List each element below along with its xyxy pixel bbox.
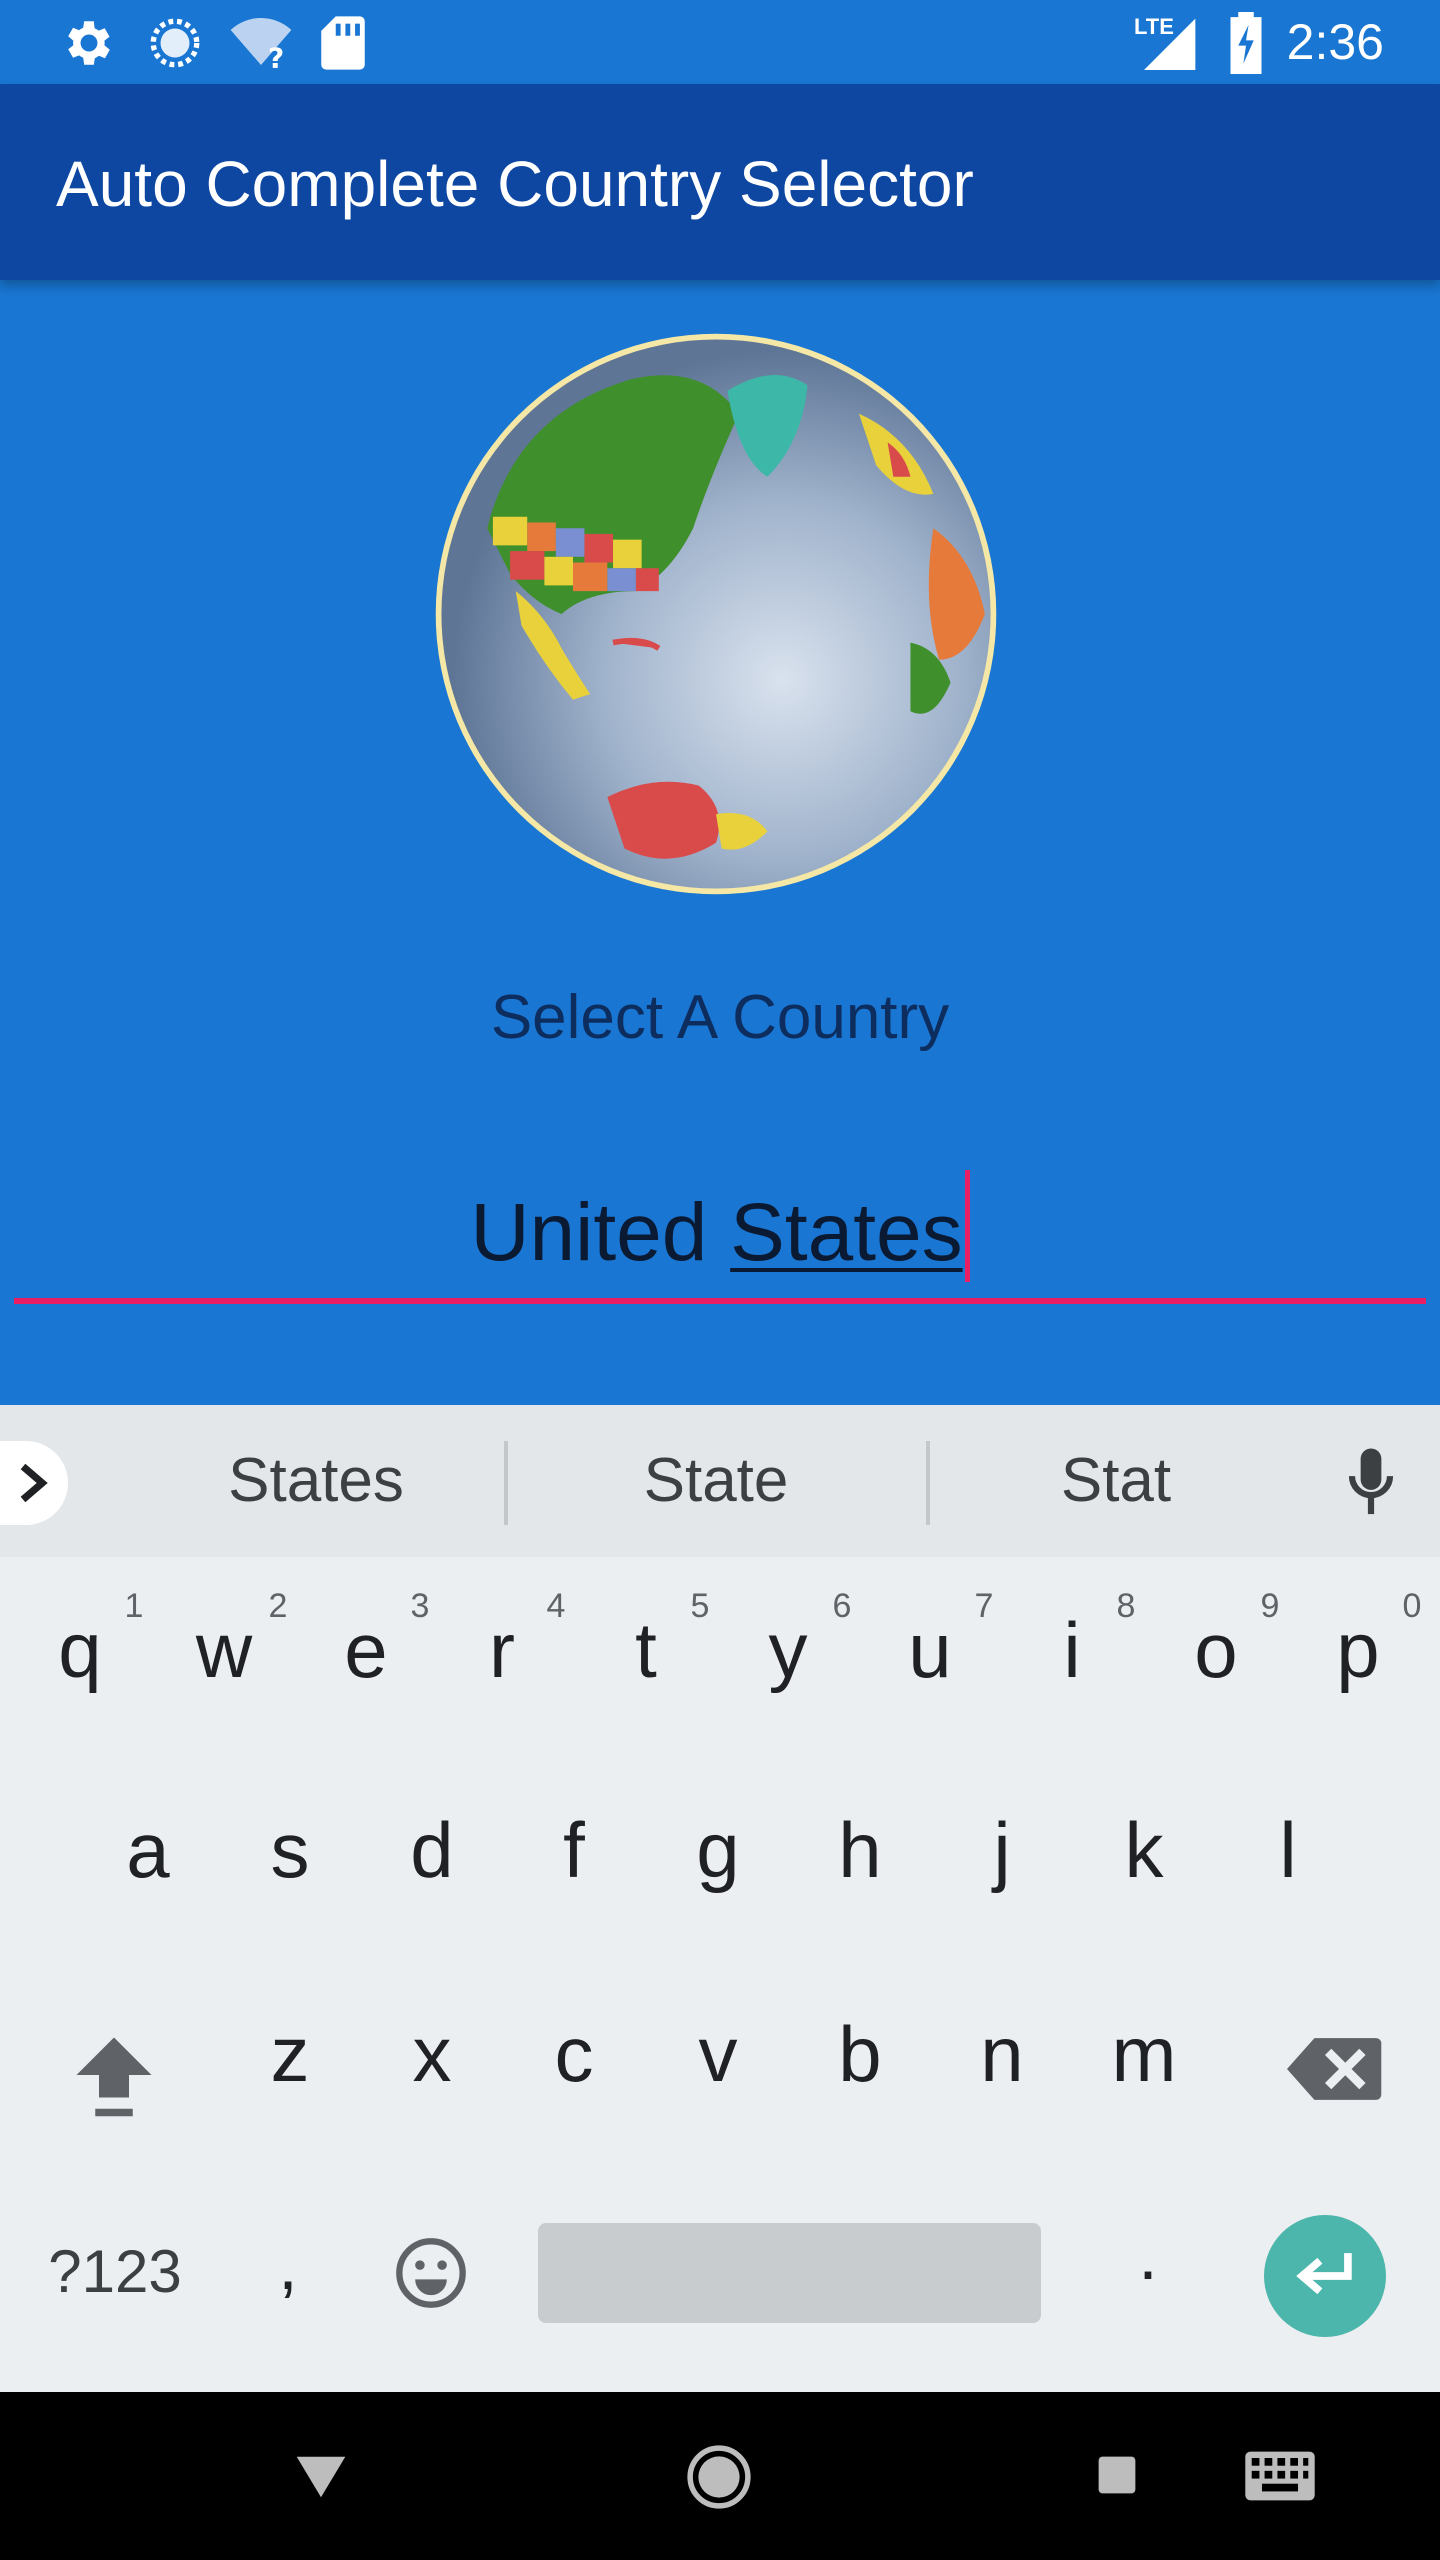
status-bar: ? LTE 2:36 [0, 0, 1440, 84]
key-a[interactable]: a [76, 1805, 220, 1895]
input-prefix-text: United [470, 1187, 731, 1278]
microphone-icon[interactable] [1346, 1445, 1396, 1521]
backspace-icon [1287, 2038, 1382, 2100]
enter-key[interactable] [1264, 2215, 1386, 2337]
battery-charging-icon [1230, 12, 1262, 74]
key-v[interactable]: v [646, 2009, 790, 2099]
input-composing-text: States [730, 1187, 963, 1278]
recents-icon[interactable] [1096, 2454, 1138, 2496]
sync-circle-icon [150, 18, 200, 68]
key-k[interactable]: k [1072, 1805, 1216, 1895]
key-h[interactable]: h [788, 1805, 932, 1895]
key-x[interactable]: x [360, 2009, 504, 2099]
space-bar[interactable] [538, 2223, 1041, 2323]
text-cursor [964, 1170, 970, 1282]
suggestion-2[interactable]: State [556, 1443, 876, 1519]
key-l[interactable]: l [1216, 1805, 1360, 1895]
key-hint-1: 1 [124, 1587, 144, 1625]
suggestion-1[interactable]: States [156, 1443, 476, 1519]
key-hint-8: 8 [1116, 1587, 1136, 1625]
key-hint-6: 6 [832, 1587, 852, 1625]
wifi-unknown-icon: ? [230, 17, 292, 72]
chevron-right-icon [20, 1463, 48, 1503]
suggestion-divider [504, 1441, 508, 1525]
suggestion-divider [926, 1441, 930, 1525]
key-hint-9: 9 [1260, 1587, 1280, 1625]
app-title: Auto Complete Country Selector [56, 148, 974, 220]
back-icon[interactable] [294, 2454, 348, 2500]
key-hint-5: 5 [690, 1587, 710, 1625]
shift-key[interactable] [54, 2025, 174, 2125]
backspace-key[interactable] [1270, 2033, 1400, 2113]
globe-image [435, 333, 997, 895]
emoji-key[interactable] [390, 2235, 472, 2317]
input-underline [14, 1298, 1426, 1304]
svg-text:?: ? [268, 41, 284, 72]
key-m[interactable]: m [1072, 2009, 1216, 2099]
key-s[interactable]: s [218, 1805, 362, 1895]
app-bar: Auto Complete Country Selector [0, 84, 1440, 280]
key-c[interactable]: c [502, 2009, 646, 2099]
key-b[interactable]: b [788, 2009, 932, 2099]
country-autocomplete-input[interactable]: United States [14, 1170, 1426, 1304]
key-d[interactable]: d [360, 1805, 504, 1895]
key-g[interactable]: g [646, 1805, 790, 1895]
enter-arrow-icon [1296, 2253, 1352, 2295]
symbols-key[interactable]: ?123 [30, 2237, 200, 2307]
key-n[interactable]: n [930, 2009, 1074, 2099]
sd-card-icon [321, 16, 365, 70]
suggestion-3[interactable]: Stat [956, 1443, 1276, 1519]
shift-icon [76, 2037, 152, 2117]
home-icon[interactable] [686, 2444, 752, 2510]
soft-keyboard: States State Stat q1w2e3r4t5y6u7i8o9p0 a… [0, 1405, 1440, 2392]
network-type-label: LTE [1134, 14, 1174, 39]
period-key[interactable]: . [1092, 2215, 1204, 2295]
select-country-label: Select A Country [490, 983, 950, 1052]
key-hint-7: 7 [974, 1587, 994, 1625]
key-hint-4: 4 [546, 1587, 566, 1625]
keyboard-expand-button[interactable] [0, 1441, 68, 1525]
suggestion-strip: States State Stat [0, 1405, 1440, 1557]
clock: 2:36 [1286, 14, 1384, 70]
settings-icon [68, 21, 110, 65]
key-j[interactable]: j [930, 1805, 1074, 1895]
keyboard-switch-icon[interactable] [1244, 2450, 1316, 2502]
emoji-icon [396, 2238, 466, 2308]
key-z[interactable]: z [218, 2009, 362, 2099]
navigation-bar [0, 2392, 1440, 2560]
comma-key[interactable]: , [232, 2225, 344, 2305]
country-input-text[interactable]: United States [14, 1170, 1426, 1290]
key-hint-2: 2 [268, 1587, 288, 1625]
key-f[interactable]: f [502, 1805, 646, 1895]
key-hint-0: 0 [1402, 1587, 1422, 1625]
